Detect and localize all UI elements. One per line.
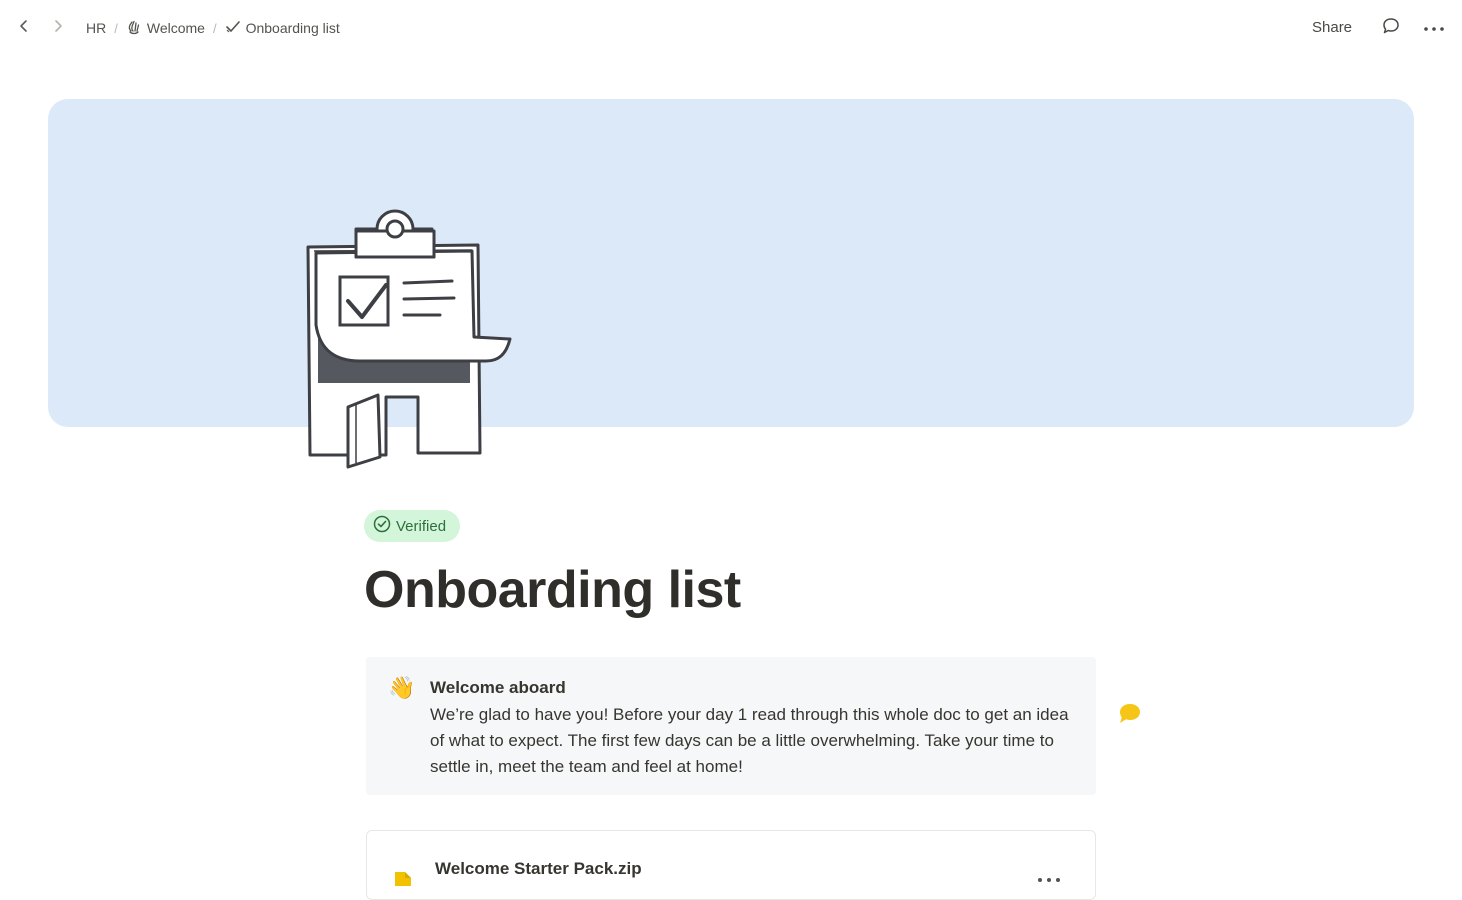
more-options-button[interactable] (1420, 14, 1448, 42)
chevron-right-icon (51, 19, 65, 38)
checkmark-icon (225, 19, 241, 38)
check-circle-icon (373, 515, 391, 537)
file-more-button[interactable] (1035, 871, 1065, 887)
breadcrumb-label: Welcome (146, 20, 205, 36)
breadcrumb-label: Onboarding list (245, 20, 340, 36)
breadcrumb-item-onboarding-list[interactable]: Onboarding list (225, 19, 340, 38)
page-title[interactable]: Onboarding list (364, 560, 741, 620)
cover-banner[interactable] (48, 99, 1414, 427)
callout-block[interactable]: 👋 Welcome aboard We’re glad to have you!… (366, 657, 1096, 795)
forward-button[interactable] (44, 14, 72, 42)
breadcrumb-separator: / (212, 20, 217, 36)
more-horizontal-icon (1423, 19, 1445, 37)
waving-hand-icon (126, 19, 142, 38)
verified-label: Verified (396, 517, 447, 535)
breadcrumb-separator: / (114, 20, 118, 36)
more-horizontal-icon (1035, 874, 1065, 891)
breadcrumb-item-welcome[interactable]: Welcome (126, 19, 205, 38)
back-button[interactable] (10, 14, 38, 42)
chevron-left-icon (17, 19, 31, 38)
comment-icon (1381, 16, 1401, 41)
waving-hand-emoji-icon: 👋 (388, 675, 416, 700)
breadcrumb: HR / Welcome / Onboarding list (86, 18, 340, 38)
verified-badge[interactable]: Verified (364, 510, 460, 542)
clipboard-illustration-icon (300, 205, 520, 475)
file-icon (393, 866, 415, 891)
top-bar: HR / Welcome / Onboarding list Share (0, 0, 1462, 56)
callout-title: Welcome aboard (430, 678, 566, 697)
share-button[interactable]: Share (1300, 17, 1364, 38)
comment-bubble-icon[interactable] (1117, 702, 1143, 726)
callout-body: We’re glad to have you! Before your day … (430, 705, 1069, 776)
file-attachment-card[interactable]: Welcome Starter Pack.zip (366, 830, 1096, 900)
comments-button[interactable] (1377, 14, 1405, 42)
file-name[interactable]: Welcome Starter Pack.zip (435, 859, 642, 879)
breadcrumb-item-hr[interactable]: HR (86, 20, 106, 36)
breadcrumb-label: HR (86, 20, 107, 36)
